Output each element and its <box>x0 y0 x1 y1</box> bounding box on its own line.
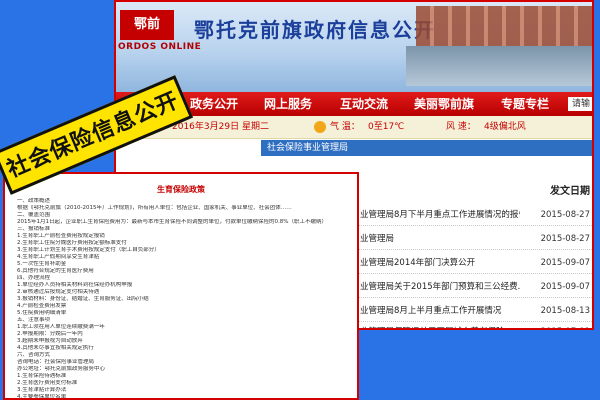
document-line: 二、覆盖范围 <box>17 212 51 218</box>
document-line: 2.生育医疗费用支付标准 <box>17 380 78 386</box>
document-line: 3.超期未申报视为自动放弃 <box>17 338 83 344</box>
list-item-title[interactable]: 业管理局 <box>360 229 520 249</box>
list-item[interactable]: 业管理局2014年部门决算公开 2015-09-07 <box>356 253 592 274</box>
list-item-date: 2015-09-07 <box>540 258 590 268</box>
document-line: 根据《鄂托克前旗（2010-2015年）工作规划》，所有用人单位：包括企业、国家… <box>17 205 292 211</box>
document-line: 4.其他未尽事宜按相关规定执行 <box>17 345 94 351</box>
list-item-title[interactable]: 业管理局8月上半月重点工作开展情况 <box>360 301 520 321</box>
nav-item-interaction[interactable]: 互动交流 <box>332 92 396 116</box>
list-item[interactable]: 业管理局保障旧关于开展城乡养老保险 2015-07-01 <box>356 322 592 328</box>
document-line: 1.单位经办人员持相关材料到社保经办机构申报 <box>17 282 133 288</box>
temp-value: 0至17℃ <box>368 122 405 132</box>
document-line: 4.产前检查费用发票 <box>17 303 67 309</box>
document-line: 2015年1月1日起，企业职工生育保险费用为：最新与本市生育保险不同调整的单位，… <box>17 219 327 225</box>
list-item-title[interactable]: 业管理局2014年部门决算公开 <box>360 253 520 273</box>
document-line: 2.生育职工住院分娩医疗费用按定额标准支付 <box>17 240 127 246</box>
list-item[interactable]: 业管理局8月下半月重点工作进展情况的报告 2015-08-27 <box>356 205 592 226</box>
document-line: 2.审核通过后按规定支付相关待遇 <box>17 289 100 295</box>
document-line: 四、办理流程 <box>17 275 51 281</box>
list-item-date: 2015-08-27 <box>540 234 590 244</box>
search-input[interactable]: 请输 <box>568 97 592 111</box>
wind-value: 4级偏北风 <box>484 122 526 132</box>
list-item[interactable]: 业管理局 2015-08-27 <box>356 229 592 250</box>
document-line: 5.一次性生育补助金 <box>17 261 67 267</box>
document-line: 3.生育津贴计算办法 <box>17 387 67 393</box>
document-line: 3.生育职工计划生育手术费用按规定支付（职工自负部分） <box>17 247 160 253</box>
document-title: 生育保险政策 <box>157 185 205 194</box>
document-line: 3.报销材料：身份证、结婚证、生育服务证、出院小结 <box>17 296 149 302</box>
document-line: 1.职工须在用人单位连续缴费满一年 <box>17 324 105 330</box>
document-line: 三、报销标准 <box>17 226 51 232</box>
banner-water-image <box>406 46 592 86</box>
site-title: 鄂托克前旗政府信息公开 <box>194 18 436 42</box>
dept-title-bar: 社会保险事业管理局 <box>261 140 592 156</box>
nav-item-gov-affairs[interactable]: 政务公开 <box>182 92 246 116</box>
date-column-header: 发文日期 <box>550 186 590 197</box>
document-line: 4.主要参保单位名单 <box>17 394 67 400</box>
document-line: 五、注意事项 <box>17 317 51 323</box>
list-item-title[interactable]: 业管理局关于2015年部门预算和三公经费... <box>360 277 520 297</box>
banner-building-image <box>416 6 592 46</box>
site-banner: 鄂前 ORDOS ONLINE 鄂托克前旗政府信息公开 <box>116 2 592 92</box>
document-line: 4.生育职工产假期间享受生育津贴 <box>17 254 100 260</box>
document-line: 5.住院费用明细清单 <box>17 310 67 316</box>
policy-document: 生育保险政策 一、政策概述 根据《鄂托克前旗（2010-2015年）工作规划》，所… <box>3 172 359 400</box>
nav-item-online-service[interactable]: 网上服务 <box>256 92 320 116</box>
document-line: 咨询电话：社会保险事业管理局 <box>17 359 95 365</box>
site-logo[interactable]: 鄂前 <box>120 10 174 40</box>
document-line: 六、咨询方式 <box>17 352 51 358</box>
list-item-title[interactable]: 业管理局保障旧关于开展城乡养老保险 <box>360 322 520 328</box>
list-item-date: 2015-07-01 <box>541 322 590 328</box>
list-item-date: 2015-08-27 <box>540 210 590 220</box>
temp-label: 气 温： <box>330 122 360 132</box>
sun-icon <box>314 121 326 133</box>
nav-item-special[interactable]: 专题专栏 <box>490 92 560 116</box>
document-line: 2.申报期限：分娩后一年内 <box>17 331 83 337</box>
document-line: 1.生育保险待遇标准 <box>17 373 67 379</box>
document-line: 一、政策概述 <box>17 198 51 204</box>
wind-label: 风 速： <box>446 122 476 132</box>
nav-item-beautiful-eqianqi[interactable]: 美丽鄂前旗 <box>406 92 482 116</box>
document-line: 6.其他符合规定的生育医疗费用 <box>17 268 94 274</box>
list-item[interactable]: 业管理局关于2015年部门预算和三公经费... 2015-09-07 <box>356 277 592 298</box>
list-item-date: 2015-08-13 <box>540 306 590 316</box>
document-line: 1.生育职工产前检查费用按规定报销 <box>17 233 105 239</box>
list-item-title[interactable]: 业管理局8月下半月重点工作进展情况的报告 <box>360 205 520 225</box>
list-item-date: 2015-09-07 <box>540 282 590 292</box>
logo-en-text: ORDOS ONLINE <box>118 42 202 52</box>
list-item[interactable]: 业管理局8月上半月重点工作开展情况 2015-08-13 <box>356 301 592 322</box>
document-line: 办公地址：鄂托克前旗政务服务中心 <box>17 366 106 372</box>
